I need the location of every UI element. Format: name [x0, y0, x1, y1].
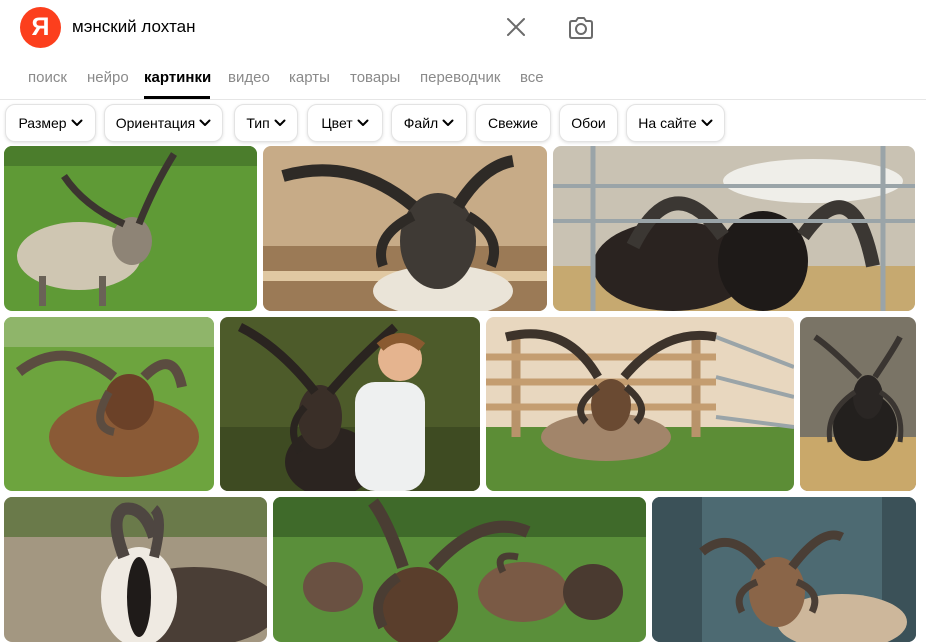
boy-with-ram-photo	[220, 317, 480, 491]
filter-size[interactable]: Размер	[5, 104, 96, 142]
tab-images[interactable]: картинки	[144, 69, 211, 86]
tab-neuro[interactable]: нейро	[87, 69, 129, 86]
ram-on-grass-photo	[4, 146, 257, 311]
tab-video[interactable]: видео	[228, 69, 270, 86]
filter-color[interactable]: Цвет	[307, 104, 383, 142]
search-tabs: поиск нейро картинки видео карты товары …	[0, 58, 926, 100]
chevron-down-icon	[442, 119, 454, 126]
image-result[interactable]	[4, 317, 214, 491]
filter-size-label: Размер	[18, 115, 67, 131]
filter-fresh[interactable]: Свежие	[475, 104, 551, 142]
ram-by-barn-photo	[652, 497, 916, 642]
ram-by-wooden-fence-photo	[486, 317, 794, 491]
chevron-down-icon	[71, 119, 83, 126]
filter-wallpapers[interactable]: Обои	[559, 104, 618, 142]
filter-orientation[interactable]: Ориентация	[104, 104, 223, 142]
filter-color-label: Цвет	[321, 115, 353, 131]
filter-file[interactable]: Файл	[391, 104, 467, 142]
flock-of-rams-photo	[273, 497, 646, 642]
filter-file-label: Файл	[403, 115, 439, 131]
image-result[interactable]	[553, 146, 915, 311]
filter-type[interactable]: Тип	[234, 104, 298, 142]
search-header: Я мэнский лохтан	[0, 0, 926, 56]
yandex-logo[interactable]: Я	[20, 7, 61, 48]
black-ram-behind-fence-photo	[553, 146, 915, 311]
image-result[interactable]	[800, 317, 916, 491]
tab-search[interactable]: поиск	[28, 69, 67, 86]
spotted-ram-closeup-photo	[4, 497, 267, 642]
active-tab-indicator	[144, 96, 210, 99]
chevron-down-icon	[199, 119, 211, 126]
image-result[interactable]	[273, 497, 646, 642]
filter-orientation-label: Ориентация	[115, 115, 196, 131]
filter-wallpapers-label: Обои	[571, 115, 606, 131]
chevron-down-icon	[357, 119, 369, 126]
filter-on-site-label: На сайте	[638, 115, 697, 131]
image-result[interactable]	[4, 497, 267, 642]
tab-translator[interactable]: переводчик	[420, 69, 500, 86]
image-result[interactable]	[486, 317, 794, 491]
image-result[interactable]	[652, 497, 916, 642]
image-result[interactable]	[263, 146, 547, 311]
filter-bar: Размер Ориентация Тип Цвет Файл Свежие О…	[0, 103, 926, 145]
filter-on-site[interactable]: На сайте	[626, 104, 725, 142]
filter-type-label: Тип	[246, 115, 270, 131]
tab-all[interactable]: все	[520, 69, 544, 86]
search-input[interactable]: мэнский лохтан	[72, 17, 196, 37]
chevron-down-icon	[701, 119, 713, 126]
brown-ram-lying-photo	[4, 317, 214, 491]
tab-maps[interactable]: карты	[289, 69, 330, 86]
clear-search-button[interactable]	[503, 14, 529, 40]
chevron-down-icon	[274, 119, 286, 126]
image-result[interactable]	[4, 146, 257, 311]
camera-icon	[569, 17, 593, 39]
close-icon	[507, 18, 525, 36]
filter-fresh-label: Свежие	[488, 115, 538, 131]
ram-in-pen-photo	[263, 146, 547, 311]
dark-ram-standing-photo	[800, 317, 916, 491]
image-search-button[interactable]	[566, 14, 596, 42]
image-result[interactable]	[220, 317, 480, 491]
tab-products[interactable]: товары	[350, 69, 400, 86]
